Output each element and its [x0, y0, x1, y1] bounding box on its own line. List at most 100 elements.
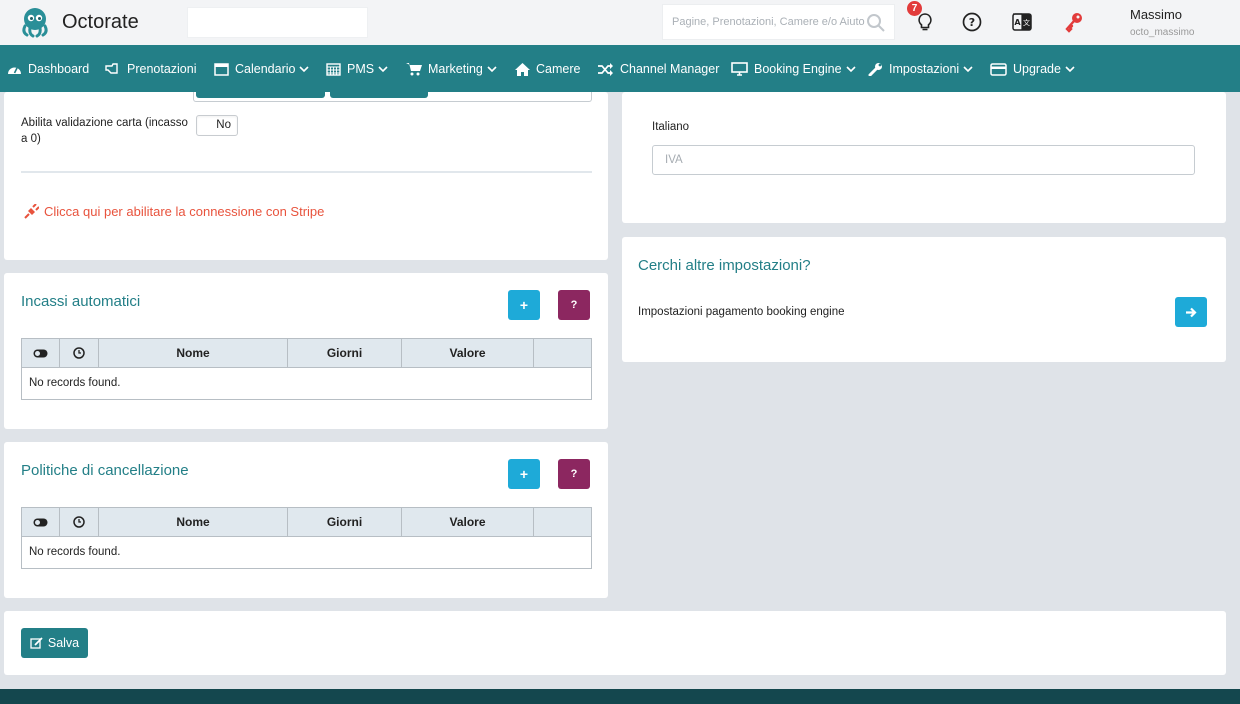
nav-pms[interactable]: PMS [326, 60, 388, 78]
table-header: Nome Giorni Valore [22, 339, 591, 368]
nav-prenotazioni[interactable]: Prenotazioni [105, 60, 197, 78]
key-icon[interactable] [1063, 11, 1085, 33]
toggle-icon [33, 518, 48, 526]
nav-booking-engine[interactable]: Booking Engine [731, 60, 856, 78]
top-bar: Octorate Pagine, Prenotazioni, Camere e/… [0, 0, 1240, 45]
table-empty-row: No records found. [29, 546, 121, 558]
dashboard-icon [8, 67, 21, 74]
add-politica-button[interactable]: + [508, 459, 540, 489]
clock-icon [73, 347, 85, 359]
language-label: Italiano [652, 121, 690, 133]
toggle-column-header [22, 508, 60, 536]
edit-icon [30, 637, 43, 649]
nav-marketing[interactable]: Marketing [406, 60, 497, 78]
stripe-link-text: Clicca qui per abilitare la connessione … [44, 204, 325, 219]
table-header: Nome Giorni Valore [22, 508, 591, 537]
nav-camere[interactable]: Camere [515, 60, 580, 78]
desktop-icon [731, 62, 748, 76]
tax-label-input[interactable]: IVA [652, 145, 1195, 175]
stripe-connect-link[interactable]: Clicca qui per abilitare la connessione … [24, 204, 324, 219]
group-button-1[interactable] [196, 92, 325, 98]
svg-text:?: ? [969, 16, 975, 29]
brand-name[interactable]: Octorate [62, 11, 139, 34]
column-header-actions [534, 508, 591, 536]
translate-icon[interactable]: A文 [1011, 11, 1033, 33]
politiche-title: Politiche di cancellazione [21, 462, 189, 479]
notification-badge[interactable]: 7 [907, 1, 922, 16]
table-empty-row: No records found. [29, 377, 121, 389]
column-header-valore[interactable]: Valore [402, 339, 534, 367]
nav-impostazioni[interactable]: Impostazioni [868, 60, 973, 78]
chevron-down-icon [846, 65, 856, 72]
nav-pms-label: PMS [347, 62, 375, 76]
arrow-right-icon [1186, 307, 1197, 317]
column-header-valore[interactable]: Valore [402, 508, 534, 536]
nav-prenotazioni-label: Prenotazioni [127, 62, 197, 76]
user-id: octo_massimo [1130, 27, 1195, 38]
global-search-input[interactable]: Pagine, Prenotazioni, Camere e/o Aiuto [662, 4, 895, 40]
button-group-bottom-edge [193, 92, 592, 102]
hand-point-icon [105, 63, 118, 74]
card-validation-label: Abilita validazione carta (incasso a 0) [21, 117, 188, 145]
chevron-down-icon [963, 65, 973, 72]
group-button-2[interactable] [330, 92, 428, 98]
card-validation-toggle[interactable]: No [196, 115, 238, 136]
cart-icon [406, 63, 422, 76]
svg-text:文: 文 [1023, 18, 1030, 27]
column-header-nome[interactable]: Nome [99, 339, 288, 367]
nav-channel-manager[interactable]: Channel Manager [598, 60, 719, 78]
nav-upgrade[interactable]: Upgrade [990, 60, 1075, 78]
go-to-settings-button[interactable] [1175, 297, 1207, 327]
column-header-giorni[interactable]: Giorni [288, 508, 402, 536]
incassi-title: Incassi automatici [21, 293, 141, 310]
plug-icon [24, 204, 39, 219]
nav-dashboard[interactable]: Dashboard [7, 60, 89, 78]
main-nav: Dashboard Prenotazioni Calendario PMS Ma… [0, 45, 1240, 92]
add-incasso-button[interactable]: + [508, 290, 540, 320]
divider [21, 171, 592, 173]
search-placeholder: Pagine, Prenotazioni, Camere e/o Aiuto [672, 16, 865, 28]
calendar-grid-icon [326, 63, 341, 76]
nav-calendario-label: Calendario [235, 62, 296, 76]
toggle-icon [33, 349, 48, 357]
politiche-table: Nome Giorni Valore No records found. [21, 507, 592, 569]
column-header-actions [534, 339, 591, 367]
chevron-down-icon [1065, 65, 1075, 72]
chevron-down-icon [378, 65, 388, 72]
nav-channel-manager-label: Channel Manager [620, 62, 720, 76]
save-panel [4, 611, 1226, 675]
help-circle-icon[interactable]: ? [961, 11, 983, 33]
toggle-column-header [22, 339, 60, 367]
save-button[interactable]: Salva [21, 628, 88, 658]
incassi-table: Nome Giorni Valore No records found. [21, 338, 592, 400]
save-label: Salva [47, 636, 80, 650]
nav-booking-engine-label: Booking Engine [754, 62, 842, 76]
booking-engine-payment-settings-text: Impostazioni pagamento booking engine [638, 306, 845, 318]
nav-upgrade-label: Upgrade [1013, 62, 1061, 76]
octopus-logo-icon[interactable] [19, 6, 51, 38]
footer-bar [0, 689, 1240, 704]
more-settings-title: Cerchi altre impostazioni? [638, 257, 811, 274]
user-name[interactable]: Massimo [1130, 7, 1182, 22]
chevron-down-icon [487, 65, 497, 72]
nav-marketing-label: Marketing [428, 62, 483, 76]
shuffle-icon [598, 62, 613, 76]
column-header-giorni[interactable]: Giorni [288, 339, 402, 367]
clock-icon [73, 516, 85, 528]
search-icon[interactable] [866, 13, 886, 33]
more-settings-panel [622, 237, 1226, 362]
wrench-icon [868, 63, 882, 76]
home-icon [515, 62, 530, 76]
chevron-down-icon [299, 65, 310, 72]
clock-column-header [60, 508, 99, 536]
credit-card-icon [990, 62, 1007, 76]
property-selector[interactable] [187, 7, 368, 38]
column-header-nome[interactable]: Nome [99, 508, 288, 536]
clock-column-header [60, 339, 99, 367]
nav-impostazioni-label: Impostazioni [889, 62, 960, 76]
nav-camere-label: Camere [536, 62, 581, 76]
nav-calendario[interactable]: Calendario [214, 60, 310, 78]
incassi-help-button[interactable]: ? [558, 290, 590, 320]
calendar-icon [214, 63, 229, 76]
politiche-help-button[interactable]: ? [558, 459, 590, 489]
